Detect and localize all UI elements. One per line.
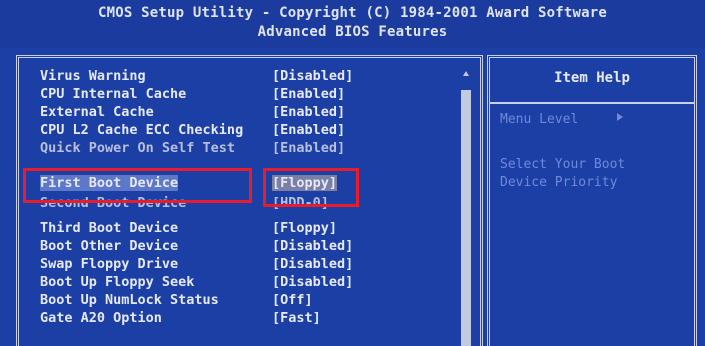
setting-label: CPU L2 Cache ECC Checking [40, 122, 244, 138]
setting-row-swap-floppy-drive[interactable]: Swap Floppy Drive [Disabled] [40, 256, 480, 272]
setting-value[interactable]: [Enabled] [272, 86, 345, 102]
setting-label: Swap Floppy Drive [40, 256, 179, 272]
menu-level-arrow-icon [617, 113, 623, 121]
bios-page-title: Advanced BIOS Features [257, 24, 448, 40]
setting-value[interactable]: [Disabled] [272, 68, 353, 84]
setting-value[interactable]: [Disabled] [272, 256, 353, 272]
setting-value[interactable]: [Enabled] [272, 140, 345, 156]
setting-value[interactable]: [Enabled] [272, 122, 345, 138]
setting-value[interactable]: [Fast] [272, 310, 321, 326]
setting-label: Quick Power On Self Test [40, 140, 236, 156]
setting-label: External Cache [40, 104, 154, 120]
setting-row-cpu-l2-cache-ecc[interactable]: CPU L2 Cache ECC Checking [Enabled] [40, 122, 480, 138]
setting-label: Third Boot Device [40, 220, 179, 236]
setting-label: Boot Other Device [40, 238, 179, 254]
setting-label: Virus Warning [40, 68, 146, 84]
setting-row-boot-other-device[interactable]: Boot Other Device [Disabled] [40, 238, 480, 254]
bios-screen: CMOS Setup Utility - Copyright (C) 1984-… [0, 0, 705, 346]
bios-header: CMOS Setup Utility - Copyright (C) 1984-… [0, 0, 705, 48]
setting-row-external-cache[interactable]: External Cache [Enabled] [40, 104, 480, 120]
item-help-panel: Item Help [487, 55, 697, 346]
setting-label: Boot Up NumLock Status [40, 292, 219, 308]
annotation-highlight-label [23, 168, 252, 203]
setting-row-gate-a20-option[interactable]: Gate A20 Option [Fast] [40, 310, 480, 326]
setting-row-boot-up-numlock-status[interactable]: Boot Up NumLock Status [Off] [40, 292, 480, 308]
setting-row-third-boot-device[interactable]: Third Boot Device [Floppy] [40, 220, 480, 236]
setting-value[interactable]: [Enabled] [272, 104, 345, 120]
setting-value[interactable]: [Disabled] [272, 274, 353, 290]
setting-label: Boot Up Floppy Seek [40, 274, 195, 290]
item-help-header: Item Help [490, 58, 694, 104]
help-description-line-2: Device Priority [500, 175, 618, 190]
setting-value[interactable]: [Off] [272, 292, 313, 308]
setting-value[interactable]: [Floppy] [272, 220, 337, 236]
setting-label: Gate A20 Option [40, 310, 162, 326]
annotation-highlight-value [263, 168, 359, 207]
item-help-title: Item Help [554, 70, 630, 86]
menu-level-label: Menu Level [500, 112, 579, 127]
setting-value[interactable]: [Disabled] [272, 238, 353, 254]
setting-row-virus-warning[interactable]: Virus Warning [Disabled] [40, 68, 480, 84]
setting-row-quick-power-on-self-test[interactable]: Quick Power On Self Test [Enabled] [40, 140, 480, 156]
setting-row-boot-up-floppy-seek[interactable]: Boot Up Floppy Seek [Disabled] [40, 274, 480, 290]
help-description-line-1: Select Your Boot [500, 157, 626, 172]
setting-label: CPU Internal Cache [40, 86, 187, 102]
setting-row-cpu-internal-cache[interactable]: CPU Internal Cache [Enabled] [40, 86, 480, 102]
bios-title: CMOS Setup Utility - Copyright (C) 1984-… [97, 5, 608, 21]
